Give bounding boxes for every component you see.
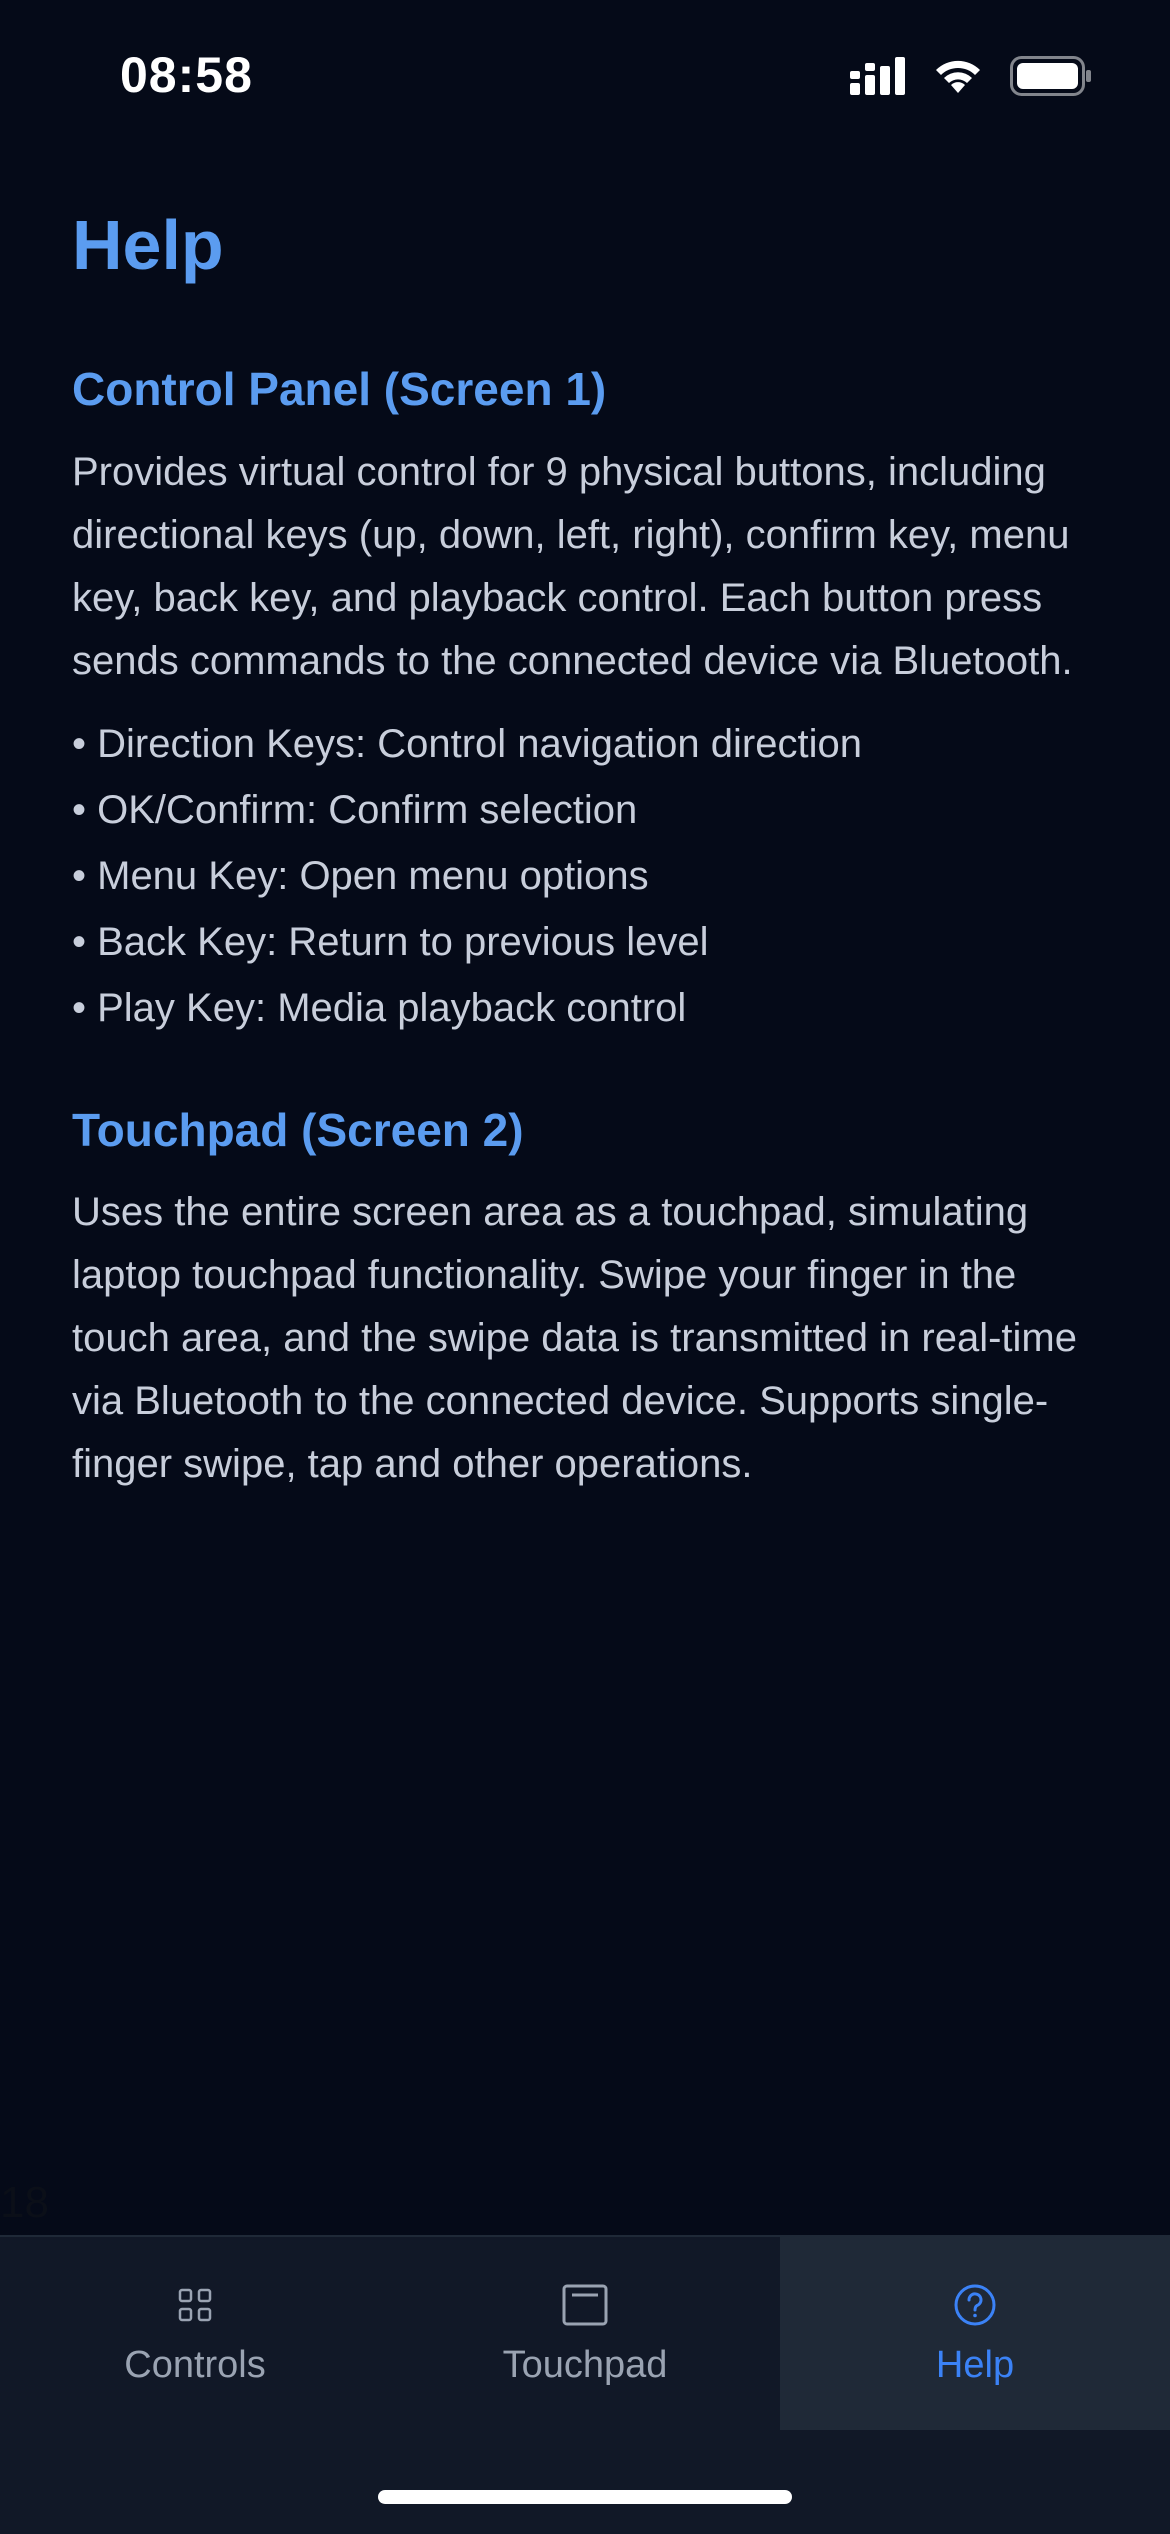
tab-label: Help	[935, 2344, 1015, 2386]
touchpad-icon	[562, 2283, 608, 2327]
tab-label: Controls	[124, 2344, 266, 2386]
page-title: Help	[72, 206, 224, 284]
status-time: 08:58	[120, 47, 253, 103]
section-control-panel: Control Panel (Screen 1) Provides virtua…	[72, 364, 1102, 1041]
list-item: • Direction Keys: Control navigation dir…	[72, 721, 862, 766]
tab-help[interactable]: Help	[780, 2237, 1170, 2430]
list-item: • OK/Confirm: Confirm selection	[72, 787, 638, 832]
battery-icon	[1010, 56, 1092, 101]
list-item: • Back Key: Return to previous level	[72, 919, 709, 964]
bullet-list: • Direction Keys: Control navigation dir…	[72, 711, 1102, 1041]
section-body: Uses the entire screen area as a touchpa…	[72, 1190, 1077, 1487]
home-indicator	[378, 2490, 792, 2504]
status-bar: 08:58	[0, 0, 1170, 150]
section-title: Touchpad (Screen 2)	[72, 1103, 524, 1156]
help-content: Help Control Panel (Screen 1) Provides v…	[72, 210, 1102, 1496]
list-item: • Play Key: Media playback control	[72, 985, 687, 1030]
wifi-icon	[932, 57, 984, 100]
section-body: Provides virtual control for 9 physical …	[72, 449, 1073, 683]
section-title: Control Panel (Screen 1)	[72, 363, 607, 415]
list-item: • Menu Key: Open menu options	[72, 853, 649, 898]
tab-label: Touchpad	[502, 2344, 668, 2386]
stray-label: 18	[0, 2178, 49, 2227]
tab-controls[interactable]: Controls	[0, 2237, 390, 2430]
section-touchpad: Touchpad (Screen 2) Uses the entire scre…	[72, 1103, 1102, 1497]
help-circle-icon	[953, 2283, 997, 2327]
signal-icon	[850, 57, 906, 100]
tab-touchpad[interactable]: Touchpad	[390, 2237, 780, 2430]
grid-icon	[178, 2283, 212, 2327]
status-icons	[850, 56, 1092, 101]
